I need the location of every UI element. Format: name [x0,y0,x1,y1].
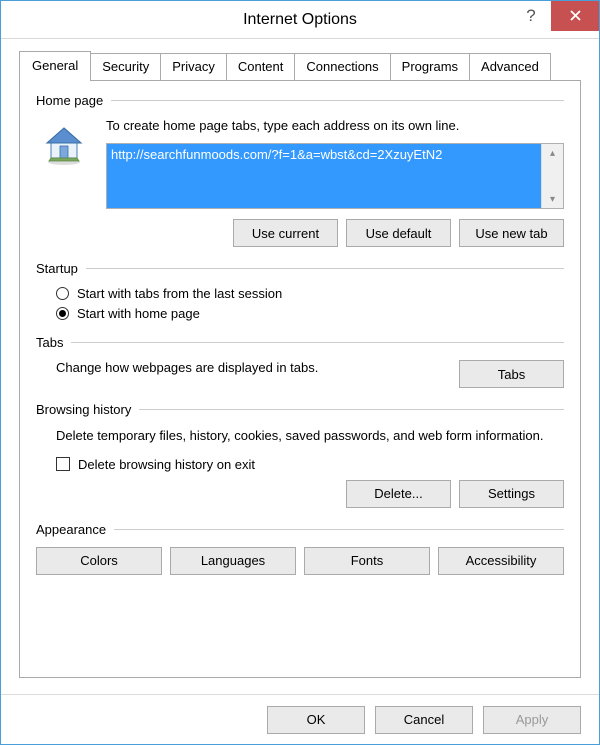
delete-on-exit-checkbox[interactable]: Delete browsing history on exit [56,457,564,472]
radio-start-last-session[interactable]: Start with tabs from the last session [56,286,564,301]
use-default-button[interactable]: Use default [346,219,451,247]
history-text: Delete temporary files, history, cookies… [56,427,564,445]
tab-connections[interactable]: Connections [294,53,390,80]
homepage-url-input[interactable] [107,144,541,208]
help-button[interactable]: ? [511,1,551,31]
help-icon: ? [526,6,535,26]
checkbox-icon [56,457,70,471]
accessibility-button[interactable]: Accessibility [438,547,564,575]
checkbox-label: Delete browsing history on exit [78,457,255,472]
homepage-hint: To create home page tabs, type each addr… [106,118,564,133]
scroll-down-icon[interactable]: ▾ [542,190,563,208]
tabs-section-title: Tabs [36,335,63,350]
tab-security[interactable]: Security [90,53,161,80]
radio-icon [56,287,69,300]
languages-button[interactable]: Languages [170,547,296,575]
colors-button[interactable]: Colors [36,547,162,575]
tab-programs[interactable]: Programs [390,53,470,80]
use-new-tab-button[interactable]: Use new tab [459,219,564,247]
delete-button[interactable]: Delete... [346,480,451,508]
radio-icon [56,307,69,320]
divider [139,409,564,410]
ok-button[interactable]: OK [267,706,365,734]
tab-advanced[interactable]: Advanced [469,53,551,80]
close-icon [570,8,581,24]
divider [71,342,564,343]
tab-general[interactable]: General [19,51,91,81]
history-title: Browsing history [36,402,131,417]
tab-content[interactable]: Content [226,53,296,80]
settings-button[interactable]: Settings [459,480,564,508]
tab-privacy[interactable]: Privacy [160,53,227,80]
divider [86,268,564,269]
radio-label: Start with tabs from the last session [77,286,282,301]
startup-title: Startup [36,261,78,276]
dialog-footer: OK Cancel Apply [1,694,599,744]
scrollbar[interactable]: ▴ ▾ [541,144,563,208]
close-button[interactable] [551,1,599,31]
tabs-button[interactable]: Tabs [459,360,564,388]
radio-label: Start with home page [77,306,200,321]
tabs-section-text: Change how webpages are displayed in tab… [56,360,447,375]
divider [111,100,564,101]
window-title: Internet Options [243,11,357,29]
tabstrip: General Security Privacy Content Connect… [19,53,581,80]
use-current-button[interactable]: Use current [233,219,338,247]
homepage-title: Home page [36,93,103,108]
appearance-title: Appearance [36,522,106,537]
titlebar: Internet Options ? [1,1,599,39]
apply-button[interactable]: Apply [483,706,581,734]
cancel-button[interactable]: Cancel [375,706,473,734]
divider [114,529,564,530]
home-icon [36,118,92,166]
radio-start-home-page[interactable]: Start with home page [56,306,564,321]
scroll-up-icon[interactable]: ▴ [542,144,563,162]
fonts-button[interactable]: Fonts [304,547,430,575]
